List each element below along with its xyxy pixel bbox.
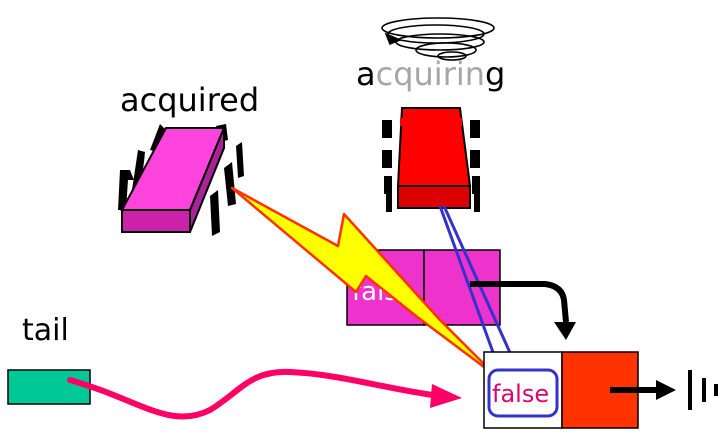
next-pointer-arrowhead — [554, 322, 576, 340]
acquiring-label-mid: cquirin — [375, 55, 486, 93]
acquiring-thread-chip-icon — [382, 107, 480, 212]
acquiring-label-end: g — [485, 55, 506, 93]
tail-pointer-arrowhead — [430, 384, 462, 408]
right-node-flag-text: false — [492, 380, 549, 408]
null-pointer-arrowhead — [656, 380, 676, 400]
acquired-label: acquired — [120, 81, 260, 119]
acquiring-label-start: a — [356, 55, 376, 93]
tail-pointer-curve — [67, 368, 443, 420]
tail-box — [7, 369, 91, 405]
tail-label: tail — [22, 313, 69, 348]
ground-icon — [688, 370, 718, 410]
acquiring-label: acquiring — [356, 58, 505, 90]
spin-scribble-icon — [381, 17, 495, 61]
acquired-thread-chip-icon — [118, 124, 244, 236]
